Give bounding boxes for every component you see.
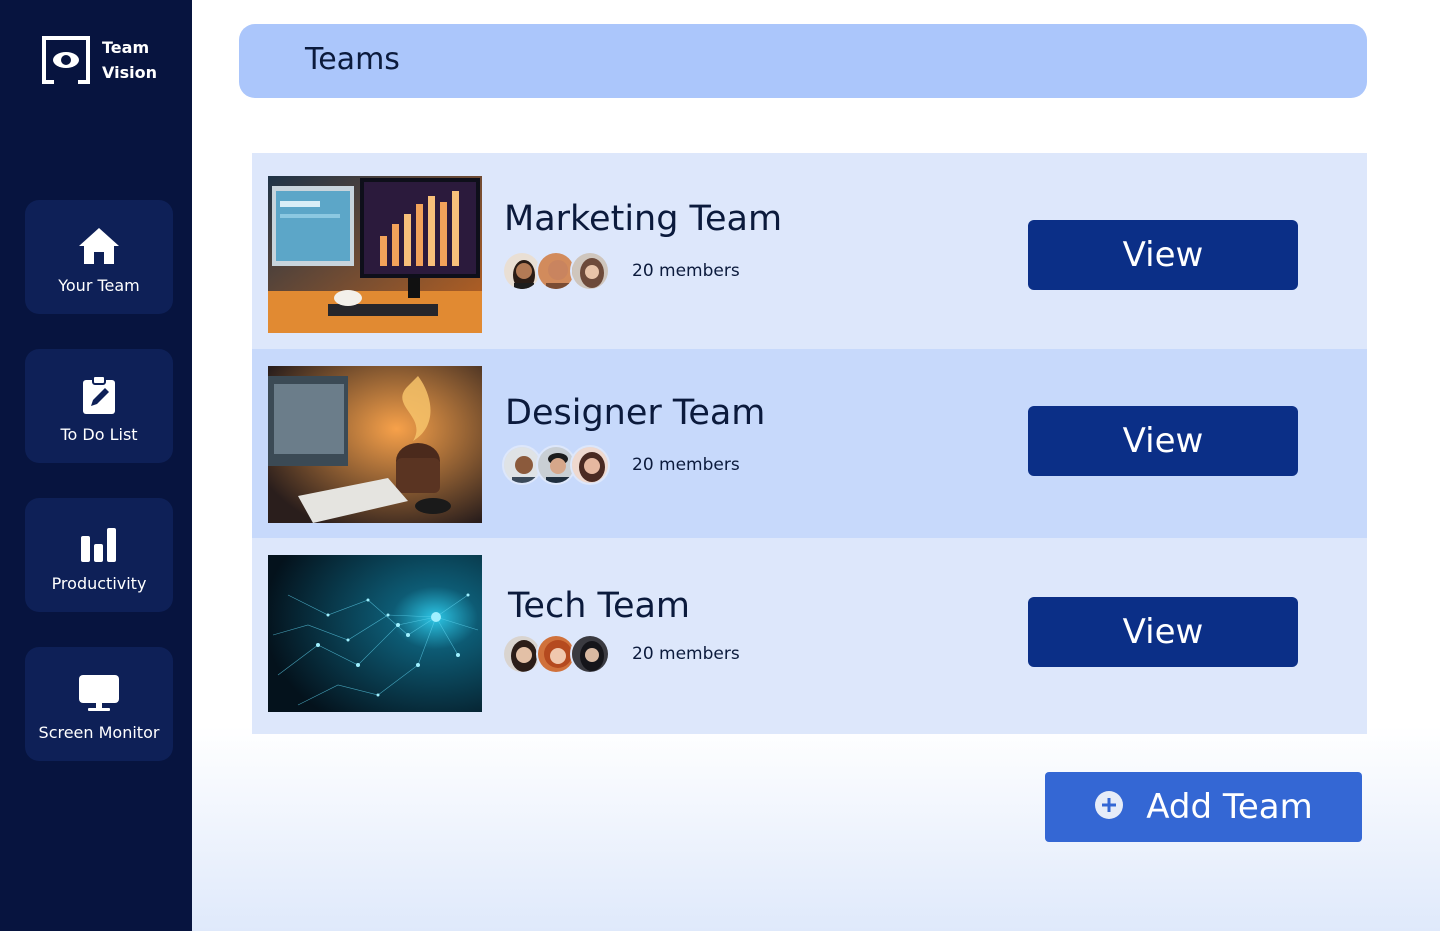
sidebar-item-label: Your Team bbox=[58, 276, 140, 295]
sidebar-item-productivity[interactable]: Productivity bbox=[25, 498, 173, 612]
member-count: 20 members bbox=[632, 644, 740, 664]
sidebar: Team Vision Your Team To Do List Product… bbox=[0, 0, 192, 931]
add-team-button[interactable]: Add Team bbox=[1045, 772, 1362, 842]
team-name: Designer Team bbox=[505, 393, 766, 433]
bar-chart-icon bbox=[79, 524, 119, 564]
member-count: 20 members bbox=[632, 261, 740, 281]
plus-circle-icon bbox=[1094, 790, 1124, 824]
logo-text-line1: Team bbox=[102, 38, 150, 57]
home-icon bbox=[77, 226, 121, 266]
add-team-label: Add Team bbox=[1146, 787, 1313, 827]
logo-text-line2: Vision bbox=[102, 63, 157, 82]
sidebar-item-to-do-list[interactable]: To Do List bbox=[25, 349, 173, 463]
avatar-group bbox=[502, 445, 610, 485]
view-button-marketing[interactable]: View bbox=[1028, 220, 1298, 290]
avatar bbox=[570, 445, 610, 485]
page-title: Teams bbox=[305, 42, 400, 77]
member-count: 20 members bbox=[632, 455, 740, 475]
avatar-group bbox=[502, 634, 610, 674]
monitor-icon bbox=[78, 673, 120, 713]
avatar bbox=[570, 251, 610, 291]
team-image-designer bbox=[268, 366, 482, 523]
page-header: Teams bbox=[239, 24, 1367, 98]
avatar bbox=[570, 634, 610, 674]
sidebar-item-label: Screen Monitor bbox=[38, 723, 160, 742]
team-name: Marketing Team bbox=[504, 199, 783, 239]
clipboard-edit-icon bbox=[81, 375, 117, 415]
sidebar-item-your-team[interactable]: Your Team bbox=[25, 200, 173, 314]
team-image-marketing bbox=[268, 176, 482, 333]
team-card-marketing: Marketing Team 20 members View bbox=[252, 153, 1367, 349]
sidebar-item-label: Productivity bbox=[51, 574, 147, 593]
team-name: Tech Team bbox=[508, 586, 691, 626]
app-logo[interactable]: Team Vision bbox=[40, 34, 157, 86]
avatar-group bbox=[502, 251, 610, 291]
team-image-tech bbox=[268, 555, 482, 712]
sidebar-item-label: To Do List bbox=[60, 425, 138, 444]
sidebar-item-screen-monitor[interactable]: Screen Monitor bbox=[25, 647, 173, 761]
eye-icon bbox=[40, 34, 92, 86]
team-card-designer: Designer Team 20 members View bbox=[252, 349, 1367, 538]
view-button-tech[interactable]: View bbox=[1028, 597, 1298, 667]
team-card-tech: Tech Team 20 members View bbox=[252, 538, 1367, 734]
view-button-designer[interactable]: View bbox=[1028, 406, 1298, 476]
